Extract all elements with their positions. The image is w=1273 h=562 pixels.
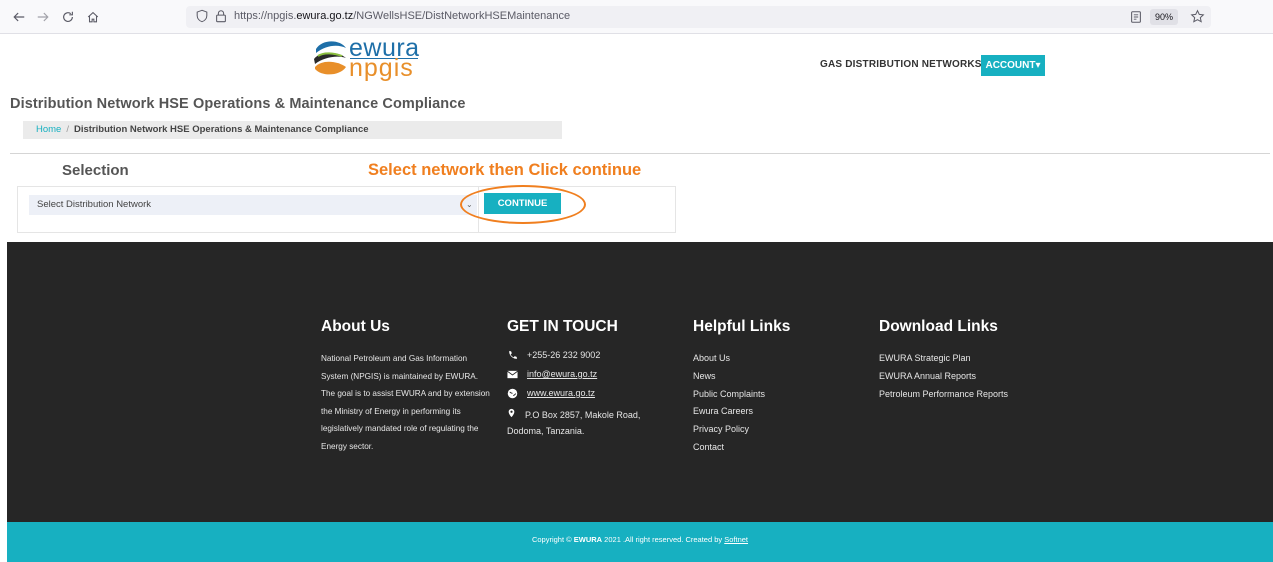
browser-toolbar: https://npgis.ewura.go.tz/NGWellsHSE/Dis… [0,0,1273,34]
copyright-bar: Copyright © EWURA 2021 .All right reserv… [7,522,1273,562]
globe-icon [507,388,518,399]
contact-address-text: P.O Box 2857, Makole Road, Dodoma, Tanza… [507,410,641,436]
contact-phone-text: +255-26 232 9002 [527,350,601,360]
reload-icon[interactable] [58,7,78,27]
contact-website-link[interactable]: www.ewura.go.tz [527,388,595,398]
shield-icon[interactable] [195,9,209,23]
contact-website: www.ewura.go.tz [507,388,657,407]
contact-email: info@ewura.go.tz [507,369,657,388]
lock-icon[interactable] [214,9,228,23]
account-dropdown-button[interactable]: ACCOUNT▾ [981,55,1045,76]
download-link-annual-reports[interactable]: EWURA Annual Reports [879,368,1008,386]
breadcrumb: Home / Distribution Network HSE Operations… [23,121,562,139]
select-value: Select Distribution Network [37,199,152,210]
contact-address: P.O Box 2857, Makole Road, Dodoma, Tanza… [507,407,657,439]
selection-heading: Selection [62,162,129,179]
helpful-link-about-us[interactable]: About Us [693,350,790,368]
forward-arrow-icon[interactable] [33,7,53,27]
footer-download-column: Download Links EWURA Strategic Plan EWUR… [879,318,1008,403]
footer-helpful-column: Helpful Links About Us News Public Compl… [693,318,790,457]
footer-helpful-heading: Helpful Links [693,318,791,335]
phone-icon [507,350,518,361]
copyright-brand: EWURA [573,535,603,544]
envelope-icon [507,369,518,380]
footer-about-heading: About Us [321,318,390,335]
breadcrumb-home-link[interactable]: Home [36,124,61,135]
footer-about-text: National Petroleum and Gas Information S… [321,354,490,451]
zoom-level-badge[interactable]: 90% [1150,9,1179,25]
footer-contact-heading: GET IN TOUCH [507,318,618,335]
bookmark-star-icon[interactable] [1190,9,1205,24]
home-icon[interactable] [83,7,103,27]
ewura-npgis-logo[interactable]: ewura npgis [312,35,440,82]
footer-contact-column: GET IN TOUCH +255-26 232 9002 info@ewura… [507,318,657,439]
nav-gas-distribution-networks[interactable]: GAS DISTRIBUTION NETWORKS [820,59,982,70]
copyright-prefix: Copyright © [531,535,574,544]
instruction-annotation: Select network then Click continue [368,161,642,179]
softnet-link[interactable]: Softnet [724,535,748,544]
helpful-link-news[interactable]: News [693,368,790,386]
contact-phone: +255-26 232 9002 [507,350,657,369]
helpful-link-ewura-careers[interactable]: Ewura Careers [693,403,790,421]
back-arrow-icon[interactable] [9,7,29,27]
footer-about-column: About Us National Petroleum and Gas Info… [321,318,491,455]
helpful-link-contact[interactable]: Contact [693,439,790,457]
address-bar[interactable]: https://npgis.ewura.go.tz/NGWellsHSE/Dis… [186,6,1211,28]
copyright-suffix: 2021 .All right reserved. Created by [602,535,725,544]
download-link-strategic-plan[interactable]: EWURA Strategic Plan [879,350,1008,368]
url-text[interactable]: https://npgis.ewura.go.tz/NGWellsHSE/Dis… [234,10,570,22]
footer-download-heading: Download Links [879,318,998,335]
breadcrumb-separator: / [66,124,69,135]
logo-text-npgis: npgis [349,54,414,82]
contact-email-link[interactable]: info@ewura.go.tz [527,369,597,379]
reader-view-icon[interactable] [1129,10,1143,24]
site-footer: About Us National Petroleum and Gas Info… [7,242,1273,522]
page-title: Distribution Network HSE Operations & Ma… [10,96,466,112]
distribution-network-select[interactable]: Select Distribution Network ⌄ [29,195,477,215]
logo-swirl-icon [314,41,346,75]
download-link-petroleum-performance[interactable]: Petroleum Performance Reports [879,386,1008,404]
section-divider [10,153,1270,154]
breadcrumb-current: Distribution Network HSE Operations & Ma… [73,124,369,135]
helpful-link-public-complaints[interactable]: Public Complaints [693,386,790,404]
highlight-ellipse [460,185,586,224]
helpful-link-privacy-policy[interactable]: Privacy Policy [693,421,790,439]
